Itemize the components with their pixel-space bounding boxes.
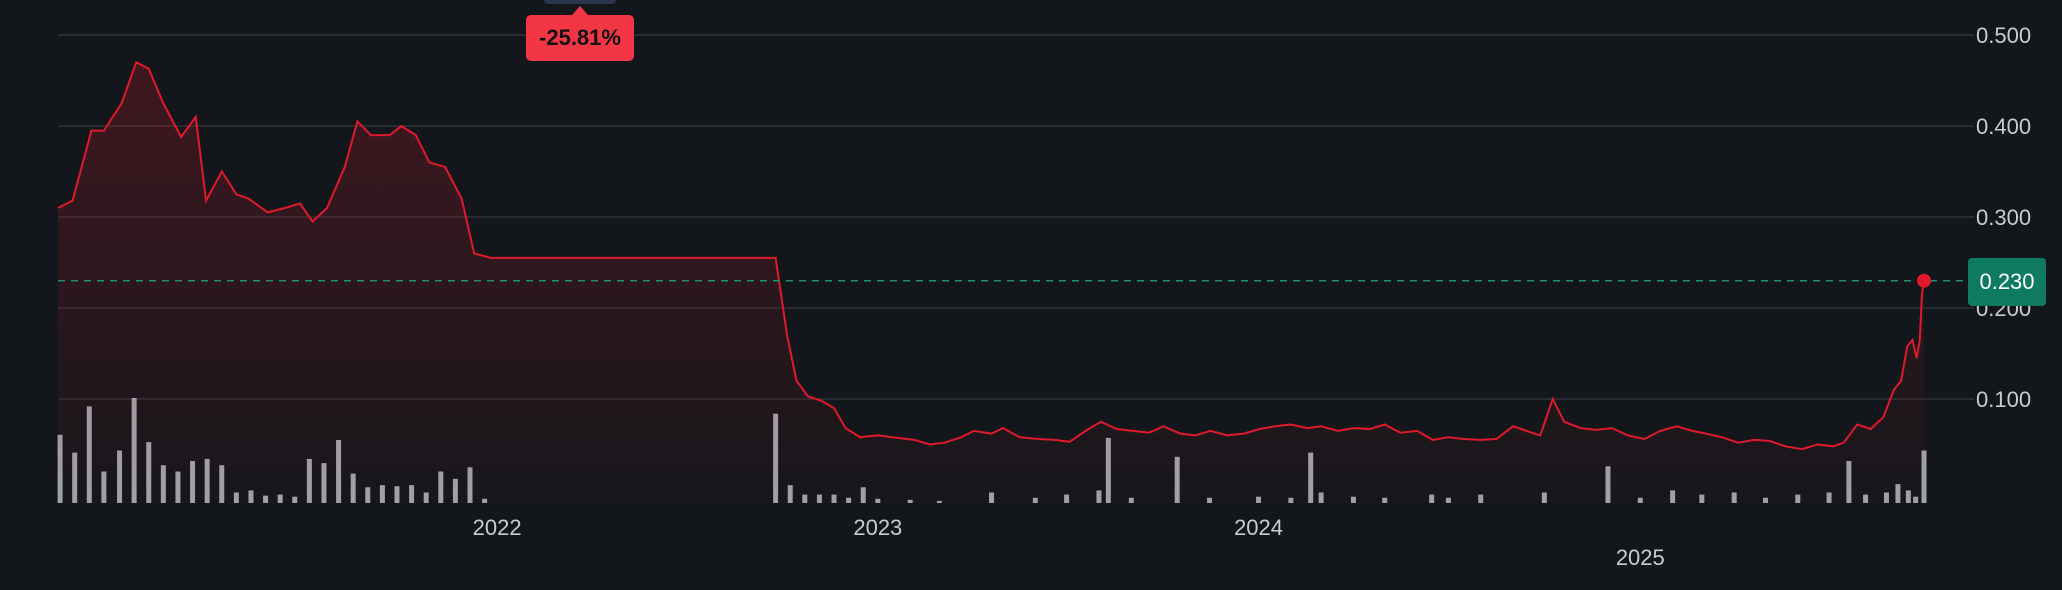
y-tick-label: 0.500 bbox=[1976, 23, 2031, 48]
x-tick-label: 2022 bbox=[473, 515, 522, 540]
y-tick-label: 0.300 bbox=[1976, 205, 2031, 230]
y-tick-label: 0.400 bbox=[1976, 114, 2031, 139]
badge-tab bbox=[544, 0, 616, 4]
badge-notch bbox=[572, 6, 588, 15]
current-price-label: 0.230 bbox=[1968, 258, 2046, 306]
price-area-fill bbox=[58, 62, 1924, 504]
x-tick-label: 2024 bbox=[1234, 515, 1283, 540]
y-tick-label: 0.100 bbox=[1976, 387, 2031, 412]
percent-change-badge: -25.81% bbox=[526, 15, 634, 61]
y-axis-labels: 0.1000.2000.3000.4000.500 bbox=[1976, 23, 2031, 412]
x-tick-label: 2025 bbox=[1616, 545, 1665, 570]
last-price-point bbox=[1917, 273, 1931, 288]
price-chart: 0.1000.2000.3000.4000.500 2022 2023 202420… bbox=[57, 23, 2031, 570]
x-axis-labels: 2022 2023 2024 2025 bbox=[473, 515, 1665, 570]
x-tick-label: 2023 bbox=[853, 515, 902, 540]
